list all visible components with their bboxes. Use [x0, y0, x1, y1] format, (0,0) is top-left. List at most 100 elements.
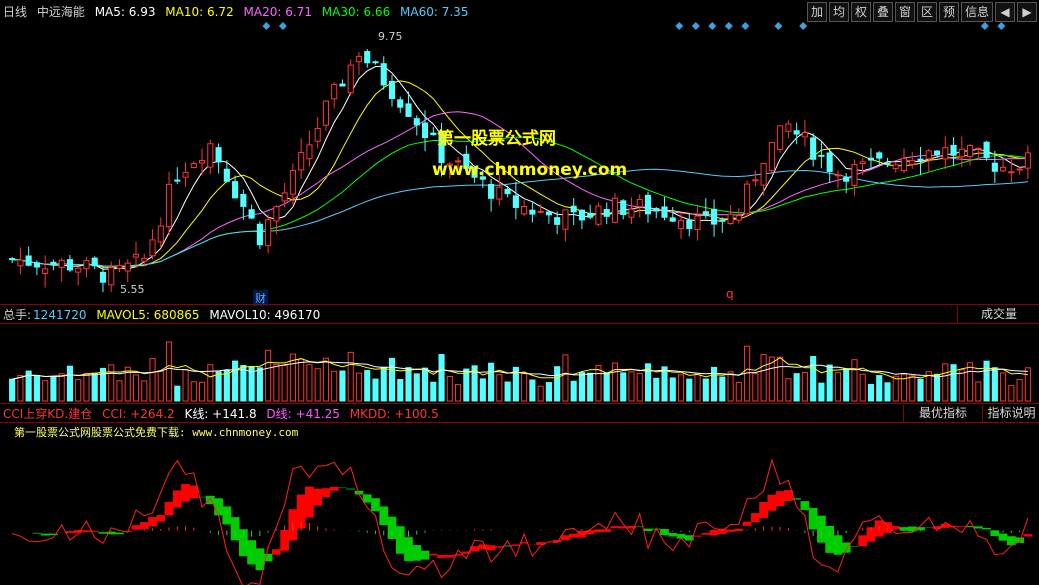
signal-diamond [799, 22, 808, 30]
signal-diamond [278, 22, 287, 30]
volume-bar [851, 359, 858, 402]
candle-body [884, 162, 891, 165]
candle-body [686, 219, 693, 229]
candle-body [925, 150, 932, 160]
volume-bar [752, 372, 759, 402]
candle-body [867, 157, 875, 161]
candle-body [496, 186, 503, 200]
candle-body [595, 205, 602, 225]
volume-bar [694, 372, 701, 402]
volume-bar [884, 382, 891, 402]
volume-bar [355, 372, 363, 402]
candle-body [636, 198, 643, 208]
high-price-label: 9.75 [378, 30, 403, 43]
volume-bar [521, 372, 528, 402]
candle-body [554, 217, 561, 225]
candle-body [157, 225, 164, 243]
candle-body [1024, 152, 1031, 169]
candle-body [958, 148, 965, 158]
candle-body [603, 209, 610, 217]
volume-bar [397, 379, 404, 402]
volume-bar [388, 357, 396, 402]
candle-body [397, 99, 404, 108]
candle-body [240, 193, 247, 207]
volume-bar [215, 371, 222, 402]
candle-body [793, 130, 800, 135]
volume-bar [331, 370, 338, 402]
candle-body [644, 194, 652, 215]
volume-bar [810, 356, 817, 402]
candle-body [653, 208, 660, 212]
toolbar-rights-button[interactable]: 权 [851, 2, 871, 22]
candle-body [909, 160, 916, 165]
volume-bar [421, 367, 429, 402]
volume-bar [17, 375, 24, 402]
signal-diamond [724, 22, 733, 30]
volume-bar [967, 362, 974, 402]
volume-bar [818, 382, 825, 402]
candle-body [108, 267, 115, 286]
indicator-note: 第一股票公式网股票公式免费下载: www.chnmoney.com [14, 426, 299, 439]
ma5-label: MA5: 6.93 [94, 5, 156, 19]
volume-bar [182, 369, 189, 402]
mkdd-label: MKDD: +100.5 [349, 407, 439, 421]
volume-bar [628, 371, 635, 402]
volume-bar [711, 366, 718, 402]
candle-body [859, 161, 866, 165]
candle-body [620, 200, 627, 215]
candle-body [314, 127, 321, 142]
candle-body [1008, 171, 1015, 174]
volume-bar [975, 381, 982, 402]
volume-bar [314, 368, 321, 402]
toolbar-window-button[interactable]: 窗 [895, 2, 915, 22]
next-icon[interactable]: ▶ [1017, 2, 1037, 22]
toolbar-range-button[interactable]: 区 [917, 2, 937, 22]
volume-bar [347, 351, 354, 402]
candle-body [190, 163, 197, 169]
candle-body [677, 219, 685, 229]
volume-indicator-button[interactable]: 成交量 [957, 306, 1039, 323]
volume-bar [207, 364, 214, 402]
volume-bar [265, 349, 272, 402]
price-header: 日线 中远海能 MA5: 6.93 MA10: 6.72 MA20: 6.71 … [3, 2, 474, 22]
best-indicator-button[interactable]: 最优指标 [903, 405, 982, 422]
watermark-url: www.chnmoney.com [432, 160, 628, 180]
candle-body [83, 259, 90, 270]
candle-body [75, 267, 82, 273]
volume-bar [636, 372, 643, 402]
volume-bar [777, 356, 784, 402]
candle-body [735, 215, 742, 221]
candle-body [91, 257, 98, 267]
indicator-help-button[interactable]: 指标说明 [982, 405, 1039, 422]
candle-body [694, 215, 701, 230]
volume-bar [42, 380, 49, 402]
volume-bar [562, 354, 569, 402]
volume-bar [504, 381, 511, 402]
q-mark[interactable]: q [726, 287, 734, 301]
candle-body [256, 223, 263, 246]
toolbar-overlay-button[interactable]: 叠 [873, 2, 893, 22]
volume-bar [958, 369, 965, 402]
prev-icon[interactable]: ◀ [995, 2, 1015, 22]
candle-body [570, 205, 577, 213]
volume-bar [719, 376, 726, 402]
toolbar-info-button[interactable]: 信息 [961, 2, 993, 22]
volume-bar [157, 370, 164, 402]
volume-bar [75, 379, 82, 402]
candle-body [900, 157, 908, 172]
volume-bar [942, 363, 949, 402]
candle-body [9, 258, 16, 261]
candle-body [207, 143, 214, 168]
ma30-label: MA30: 6.66 [321, 5, 391, 19]
toolbar-average-button[interactable]: 均 [829, 2, 849, 22]
candle-body [149, 239, 156, 257]
candle-body [17, 259, 24, 267]
candle-body [322, 100, 329, 126]
watermark-title: 第一股票公式网 [437, 129, 556, 149]
candle-body [834, 174, 841, 177]
toolbar-forecast-button[interactable]: 预 [939, 2, 959, 22]
volume-bar [933, 373, 941, 402]
toolbar-add-button[interactable]: 加 [807, 2, 827, 22]
candle-body [801, 132, 808, 138]
volume-bar [91, 372, 98, 402]
